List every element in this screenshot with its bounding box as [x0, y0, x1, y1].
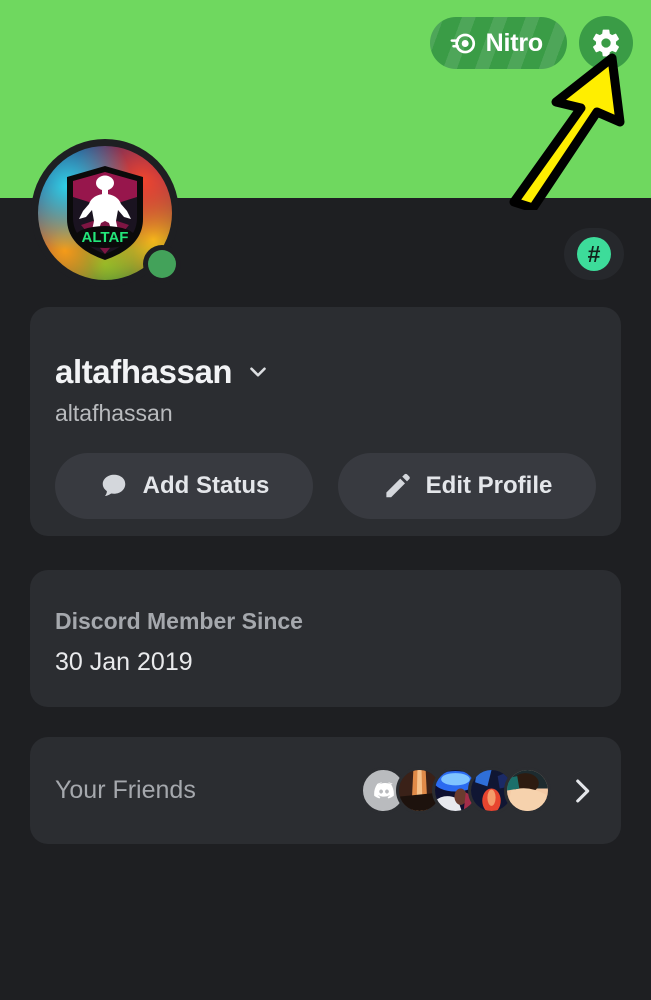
- identity-card: altafhassan altafhassan Add Status Edit …: [30, 307, 621, 536]
- chevron-down-icon[interactable]: [245, 359, 271, 385]
- profile-action-row: Add Status Edit Profile: [55, 453, 621, 519]
- edit-profile-label: Edit Profile: [425, 472, 553, 499]
- discord-logo-icon: [373, 781, 394, 798]
- online-status-indicator: [143, 245, 181, 283]
- gear-icon: [593, 29, 619, 57]
- nitro-label: Nitro: [485, 28, 544, 57]
- nitro-button[interactable]: Nitro: [429, 17, 567, 69]
- hash-icon: #: [577, 237, 611, 271]
- chevron-right-icon[interactable]: [565, 774, 599, 808]
- friend-avatar-5[interactable]: [504, 767, 551, 814]
- status-dot-fill: [148, 250, 176, 278]
- your-friends-row[interactable]: Your Friends: [30, 737, 621, 844]
- member-since-label: Discord Member Since: [55, 608, 303, 634]
- friends-right: [360, 767, 599, 814]
- nitro-boost-icon: [450, 33, 475, 53]
- server-tag-badge[interactable]: #: [564, 228, 624, 280]
- username-label: altafhassan: [55, 400, 173, 426]
- member-since-date: 30 Jan 2019: [55, 648, 193, 676]
- edit-profile-button[interactable]: Edit Profile: [338, 453, 596, 519]
- add-status-button[interactable]: Add Status: [55, 453, 313, 519]
- altaf-logo-icon: ALTAF: [67, 166, 143, 260]
- add-status-label: Add Status: [142, 472, 270, 499]
- friend-avatar-stack[interactable]: [360, 767, 551, 814]
- page-title: altafhassan: [55, 353, 233, 390]
- display-name-row[interactable]: altafhassan: [55, 353, 621, 391]
- friends-inner: Your Friends: [30, 737, 621, 844]
- profile-avatar[interactable]: ALTAF: [31, 139, 181, 287]
- member-since-card: Discord Member Since 30 Jan 2019: [30, 570, 621, 707]
- your-friends-label: Your Friends: [55, 776, 196, 804]
- svg-text:ALTAF: ALTAF: [82, 229, 129, 246]
- pencil-icon: [386, 473, 410, 498]
- banner-actions: Nitro: [429, 16, 633, 70]
- settings-gear-button[interactable]: [579, 16, 633, 70]
- friend-avatar-5-image: [507, 770, 548, 811]
- speech-bubble-icon: [102, 474, 125, 496]
